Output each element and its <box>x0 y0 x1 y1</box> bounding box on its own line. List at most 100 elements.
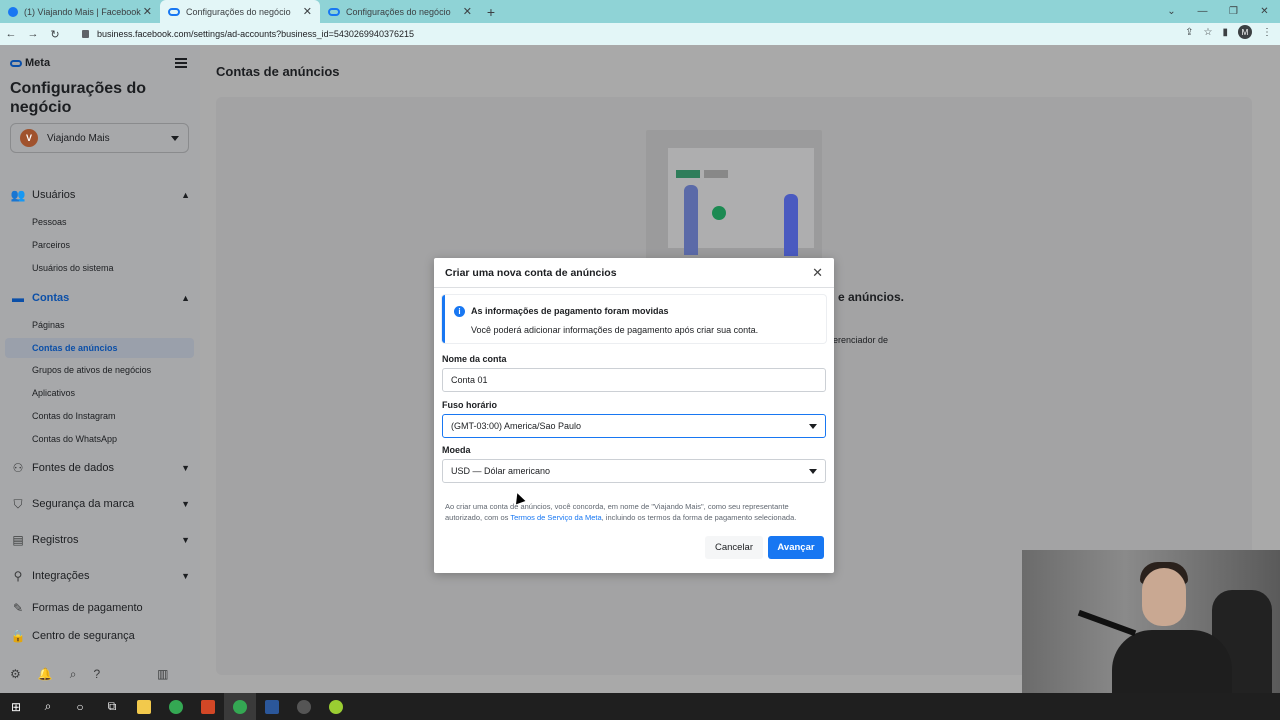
windows-taskbar: ⊞ ⌕ ○ ⧉ <box>0 693 1280 720</box>
file-explorer-icon[interactable] <box>128 693 160 720</box>
legal-suffix: , incluindo os termos da forma de pagame… <box>601 513 797 522</box>
hamburger-menu-icon[interactable] <box>175 58 187 68</box>
illustration-person <box>684 185 698 255</box>
page-title: Configurações do negócio <box>10 80 147 116</box>
chrome-icon[interactable] <box>160 693 192 720</box>
meta-icon <box>328 7 340 16</box>
search-icon[interactable]: ⌕ <box>32 693 64 720</box>
gear-icon[interactable]: ⚙ <box>10 667 21 682</box>
sidebar-item-pessoas[interactable]: Pessoas <box>32 217 67 227</box>
section-label: Segurança da marca <box>32 498 135 510</box>
back-icon[interactable]: ← <box>0 28 22 40</box>
section-label: Usuários <box>32 189 76 201</box>
create-ad-account-dialog: Criar uma nova conta de anúncios ✕ i As … <box>434 258 834 573</box>
bell-icon[interactable]: 🔔 <box>38 667 53 682</box>
share-icon[interactable]: ⇪ <box>1185 27 1193 38</box>
sidebar-item-instagram[interactable]: Contas do Instagram <box>32 411 116 421</box>
sidebar-section-seguranca[interactable]: ⛉ Segurança da marca ▼ <box>10 497 190 511</box>
sidebar-section-usuarios[interactable]: 👥 Usuários ▲ <box>10 188 190 202</box>
sidebar-item-formas-pagamento[interactable]: ✎ Formas de pagamento <box>10 601 190 615</box>
search-icon[interactable]: ⌕ <box>70 667 77 682</box>
windows-start-icon[interactable]: ⊞ <box>0 693 32 720</box>
timezone-value: (GMT-03:00) America/Sao Paulo <box>451 421 582 431</box>
tab-title: (1) Viajando Mais | Facebook <box>24 6 141 17</box>
integrations-icon: ⚲ <box>13 569 23 583</box>
forward-icon[interactable]: → <box>22 28 44 40</box>
cancel-button[interactable]: Cancelar <box>705 536 763 559</box>
empty-state-heading-partial: e anúncios. <box>838 290 905 304</box>
next-button[interactable]: Avançar <box>768 536 824 559</box>
help-icon[interactable]: ? <box>93 667 100 682</box>
account-name-field[interactable]: Conta 01 <box>442 368 826 392</box>
task-view-icon[interactable]: ⧉ <box>96 693 128 720</box>
timezone-label: Fuso horário <box>442 400 498 410</box>
sidebar-section-contas[interactable]: ▬ Contas ▲ <box>10 291 190 305</box>
sidebar: Meta Configurações do negócio V Viajando… <box>0 45 200 693</box>
side-panel-icon[interactable]: ▮ <box>1222 27 1228 38</box>
browser-tab-business-settings-2[interactable]: Configurações do negócio ✕ <box>320 0 480 23</box>
close-window-button[interactable]: ✕ <box>1249 6 1280 17</box>
url-field[interactable]: business.facebook.com/settings/ad-accoun… <box>78 25 1158 43</box>
reload-icon[interactable]: ↻ <box>44 28 66 41</box>
panel-toggle-icon[interactable]: ▥ <box>157 667 168 682</box>
sidebar-item-usuarios-sistema[interactable]: Usuários do sistema <box>32 263 114 273</box>
browser-tab-business-settings[interactable]: Configurações do negócio ✕ <box>160 0 320 23</box>
sidebar-item-paginas[interactable]: Páginas <box>32 320 65 330</box>
meta-icon <box>168 7 180 16</box>
close-tab-icon[interactable]: ✕ <box>463 5 472 18</box>
main-title: Contas de anúncios <box>216 64 340 79</box>
section-label: Formas de pagamento <box>32 602 143 614</box>
ad-accounts-illustration <box>646 130 822 260</box>
shield-icon: ⛉ <box>13 496 23 511</box>
sidebar-item-parceiros[interactable]: Parceiros <box>32 240 70 250</box>
lock-icon <box>82 30 89 38</box>
browser-tab-facebook[interactable]: (1) Viajando Mais | Facebook ✕ <box>0 0 160 23</box>
app-icon[interactable] <box>320 693 352 720</box>
sidebar-section-integracoes[interactable]: ⚲ Integrações ▼ <box>10 569 190 583</box>
address-bar: ← → ↻ business.facebook.com/settings/ad-… <box>0 23 1280 45</box>
currency-value: USD — Dólar americano <box>451 466 551 476</box>
word-icon[interactable] <box>256 693 288 720</box>
sidebar-item-contas-anuncios[interactable]: Contas de anúncios <box>5 338 194 358</box>
illustration-bar <box>704 170 728 178</box>
sidebar-footer-icons: ⚙ 🔔 ⌕ ? ▥ <box>10 667 168 682</box>
chrome-active-icon[interactable] <box>224 693 256 720</box>
cortana-icon[interactable]: ○ <box>64 693 96 720</box>
sidebar-item-centro-seguranca[interactable]: 🔒 Centro de segurança <box>10 629 190 643</box>
chevron-down-icon: ▼ <box>181 499 190 509</box>
notice-title: As informações de pagamento foram movida… <box>471 306 669 316</box>
chevron-up-icon: ▲ <box>181 293 190 303</box>
bookmark-star-icon[interactable]: ☆ <box>1204 27 1213 38</box>
sidebar-item-grupos-ativos[interactable]: Grupos de ativos de negócios <box>32 365 151 375</box>
users-icon: 👥 <box>10 188 26 202</box>
dialog-title: Criar uma nova conta de anúncios <box>445 267 617 279</box>
facebook-icon <box>8 6 18 17</box>
browser-tab-strip: (1) Viajando Mais | Facebook ✕ Configura… <box>0 0 1280 23</box>
meta-logo: Meta <box>10 57 50 69</box>
data-sources-icon: ⚇ <box>12 461 24 475</box>
sidebar-section-fontes[interactable]: ⚇ Fontes de dados ▼ <box>10 461 190 475</box>
currency-select[interactable]: USD — Dólar americano <box>442 459 826 483</box>
powerpoint-icon[interactable] <box>192 693 224 720</box>
minimize-button[interactable]: — <box>1187 6 1218 17</box>
business-account-selector[interactable]: V Viajando Mais <box>10 123 189 153</box>
empty-state-text-partial: erenciador de <box>833 335 889 345</box>
maximize-button[interactable]: ❐ <box>1218 6 1249 17</box>
menu-kebab-icon[interactable]: ⋮ <box>1262 27 1272 38</box>
timezone-select[interactable]: (GMT-03:00) America/Sao Paulo <box>442 414 826 438</box>
close-icon[interactable]: ✕ <box>812 265 823 281</box>
sidebar-item-aplicativos[interactable]: Aplicativos <box>32 388 75 398</box>
profile-avatar[interactable]: M <box>1238 25 1252 39</box>
terms-link[interactable]: Termos de Serviço da Meta <box>510 513 601 522</box>
sidebar-section-registros[interactable]: ▤ Registros ▼ <box>10 533 190 547</box>
sidebar-item-whatsapp[interactable]: Contas do WhatsApp <box>32 434 117 444</box>
chevron-down-icon <box>809 468 817 474</box>
close-tab-icon[interactable]: ✕ <box>303 5 312 18</box>
app-icon[interactable] <box>288 693 320 720</box>
close-tab-icon[interactable]: ✕ <box>143 5 152 18</box>
payment-icon: ✎ <box>12 601 24 615</box>
browser-toolbar-icons: ⇪ ☆ ▮ M ⋮ <box>1185 25 1272 39</box>
payment-notice: i As informações de pagamento foram movi… <box>442 295 826 343</box>
tab-search-icon[interactable]: ⌄ <box>1156 6 1187 17</box>
new-tab-button[interactable]: + <box>480 0 502 23</box>
